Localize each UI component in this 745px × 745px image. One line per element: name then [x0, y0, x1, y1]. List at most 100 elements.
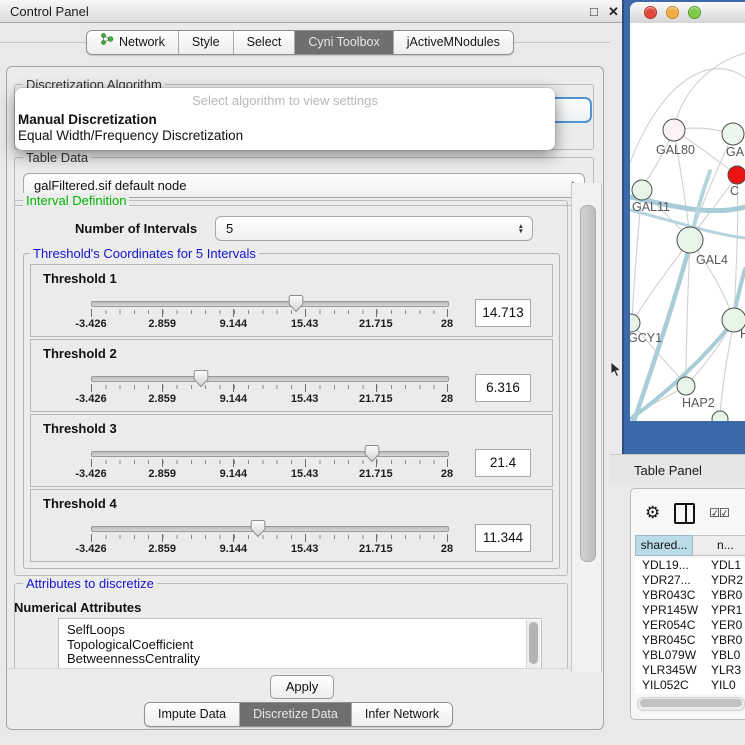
- slider-major-tick: [162, 534, 163, 542]
- table-row[interactable]: YLR345WYLR3: [635, 663, 745, 678]
- number-of-intervals-combobox[interactable]: 5 ▲▼: [215, 216, 533, 241]
- tab-discretize-data[interactable]: Discretize Data: [239, 703, 351, 726]
- network-node-GCY1[interactable]: [630, 314, 640, 332]
- slider-thumb[interactable]: [250, 519, 266, 538]
- cell-shared-name: YDR27...: [635, 573, 707, 588]
- column-header-name[interactable]: n...: [693, 535, 745, 556]
- popup-option-manual-discretization[interactable]: Manual Discretization: [18, 112, 157, 127]
- slider-thumb[interactable]: [288, 294, 304, 313]
- slider-scale-label: 9.144: [220, 393, 248, 405]
- tab-label: Cyni Toolbox: [308, 31, 379, 54]
- slider-major-tick: [447, 384, 448, 392]
- network-node-red-node[interactable]: [728, 166, 745, 184]
- network-node-GAL4[interactable]: [677, 227, 703, 253]
- network-node-bottom-partial[interactable]: [712, 411, 728, 421]
- tab-network[interactable]: Network: [87, 31, 178, 54]
- thresholds-group: Threshold's Coordinates for 5 Intervals …: [23, 253, 560, 569]
- slider-scale-label: 2.859: [148, 543, 176, 555]
- table-row[interactable]: YER054CYER0: [635, 618, 745, 633]
- slider-scale-label: -3.426: [75, 318, 106, 330]
- table-row[interactable]: YBL079WYBL0: [635, 648, 745, 663]
- panel-scrollbar-thumb[interactable]: [580, 205, 596, 562]
- slider-minor-ticks: [91, 535, 448, 539]
- tab-style[interactable]: Style: [178, 31, 233, 54]
- slider-minor-ticks: [91, 385, 448, 389]
- tab-impute-data[interactable]: Impute Data: [145, 703, 239, 726]
- slider-thumb[interactable]: [364, 444, 380, 463]
- network-node-GAL11[interactable]: [632, 180, 652, 200]
- attributes-scrollbar[interactable]: [526, 620, 540, 674]
- slider-track[interactable]: [91, 301, 449, 307]
- network-node-GAL80[interactable]: [663, 119, 685, 141]
- cell-name: YBR0: [707, 633, 742, 648]
- threshold-value-field[interactable]: 6.316: [475, 374, 531, 402]
- threshold-list: Threshold 1 -3.426 2.859 9.144 15.43 21.715 28…: [30, 264, 553, 564]
- network-canvas[interactable]: GAL80GACGAL11GAL4GCY1HHAP2: [630, 23, 745, 421]
- threshold-label: Threshold 1: [43, 271, 117, 286]
- attribute-item-selfloops[interactable]: SelfLoops: [59, 623, 541, 638]
- attribute-item-topologicalcoefficient[interactable]: TopologicalCoefficient: [59, 638, 541, 653]
- network-node-HAP2[interactable]: [677, 377, 695, 395]
- threshold-panel-2: Threshold 2-3.4262.8599.14415.4321.71528…: [30, 339, 553, 412]
- tab-jactivemnodules[interactable]: jActiveMNodules: [393, 31, 513, 54]
- threshold-label: Threshold 4: [43, 496, 117, 511]
- table-row[interactable]: YDR27...YDR2: [635, 573, 745, 588]
- close-traffic-light-icon[interactable]: [644, 6, 657, 19]
- cell-shared-name: YIL052C: [635, 678, 707, 693]
- popup-option-equal-width-frequency-discretization[interactable]: Equal Width/Frequency Discretization: [18, 128, 243, 143]
- table-row[interactable]: YBR045CYBR0: [635, 633, 745, 648]
- table-horizontal-scrollbar[interactable]: [637, 697, 745, 711]
- slider-scale-label: -3.426: [75, 393, 106, 405]
- screen: Control Panel □ ✕ NetworkStyleSelect Cyni…: [0, 0, 745, 745]
- slider-scale-label: 2.859: [148, 468, 176, 480]
- threshold-panel-1: Threshold 1-3.4262.8599.14415.4321.71528…: [30, 264, 553, 337]
- float-window-icon[interactable]: □: [590, 4, 598, 19]
- close-icon[interactable]: ✕: [608, 4, 619, 20]
- split-columns-icon[interactable]: [674, 503, 695, 524]
- table-panel-body: ⚙ ☑☑ shared... n... YDL19...YDL1YDR27...…: [630, 488, 745, 720]
- table-row[interactable]: YIL052CYIL0: [635, 678, 745, 693]
- network-icon: [100, 31, 114, 54]
- slider-major-tick: [91, 384, 92, 392]
- table-horizontal-scrollbar-thumb[interactable]: [640, 699, 742, 707]
- slider-thumb[interactable]: [193, 369, 209, 388]
- algorithm-dropdown-popup: Select algorithm to view settings Manual…: [15, 88, 555, 150]
- zoom-traffic-light-icon[interactable]: [688, 6, 701, 19]
- slider-major-tick: [162, 309, 163, 317]
- attribute-item-betweennesscentrality[interactable]: BetweennessCentrality: [59, 652, 541, 667]
- slider-major-tick: [376, 534, 377, 542]
- node-label-gal80: GAL80: [656, 143, 695, 157]
- slider-scale-label: 9.144: [220, 543, 248, 555]
- apply-button[interactable]: Apply: [270, 675, 334, 699]
- panel-title: Control Panel: [10, 4, 89, 19]
- threshold-value-field[interactable]: 21.4: [475, 449, 531, 477]
- gear-icon[interactable]: ⚙: [645, 504, 660, 522]
- tab-label: Impute Data: [158, 703, 226, 726]
- panel-scrollbar[interactable]: [571, 183, 602, 672]
- cell-shared-name: YDL19...: [635, 558, 707, 573]
- slider-track[interactable]: [91, 376, 449, 382]
- tab-infer-network[interactable]: Infer Network: [351, 703, 452, 726]
- cell-shared-name: YBR045C: [635, 633, 707, 648]
- slider-scale-label: 15.43: [291, 468, 319, 480]
- column-header-shared-name[interactable]: shared...: [635, 535, 693, 556]
- cell-shared-name: YBR043C: [635, 588, 707, 603]
- minimize-traffic-light-icon[interactable]: [666, 6, 679, 19]
- table-row[interactable]: YPR145WYPR1: [635, 603, 745, 618]
- table-row[interactable]: YDL19...YDL1: [635, 558, 745, 573]
- slider-scale-label: -3.426: [75, 543, 106, 555]
- threshold-value-field[interactable]: 11.344: [475, 524, 531, 552]
- attributes-scrollbar-thumb[interactable]: [529, 622, 538, 664]
- slider-scale-label: 28: [441, 393, 453, 405]
- checkbox-icons[interactable]: ☑☑: [709, 506, 729, 520]
- cell-shared-name: YLR345W: [635, 663, 707, 678]
- threshold-value-field[interactable]: 14.713: [475, 299, 531, 327]
- tab-cyni-toolbox[interactable]: Cyni Toolbox: [294, 31, 392, 54]
- network-node-GAL-partial[interactable]: [722, 123, 744, 145]
- table-row[interactable]: YBR043CYBR0: [635, 588, 745, 603]
- slider-track[interactable]: [91, 451, 449, 457]
- slider-scale-label: 21.715: [359, 468, 393, 480]
- tab-select[interactable]: Select: [233, 31, 295, 54]
- cell-shared-name: YER054C: [635, 618, 707, 633]
- slider-track[interactable]: [91, 526, 449, 532]
